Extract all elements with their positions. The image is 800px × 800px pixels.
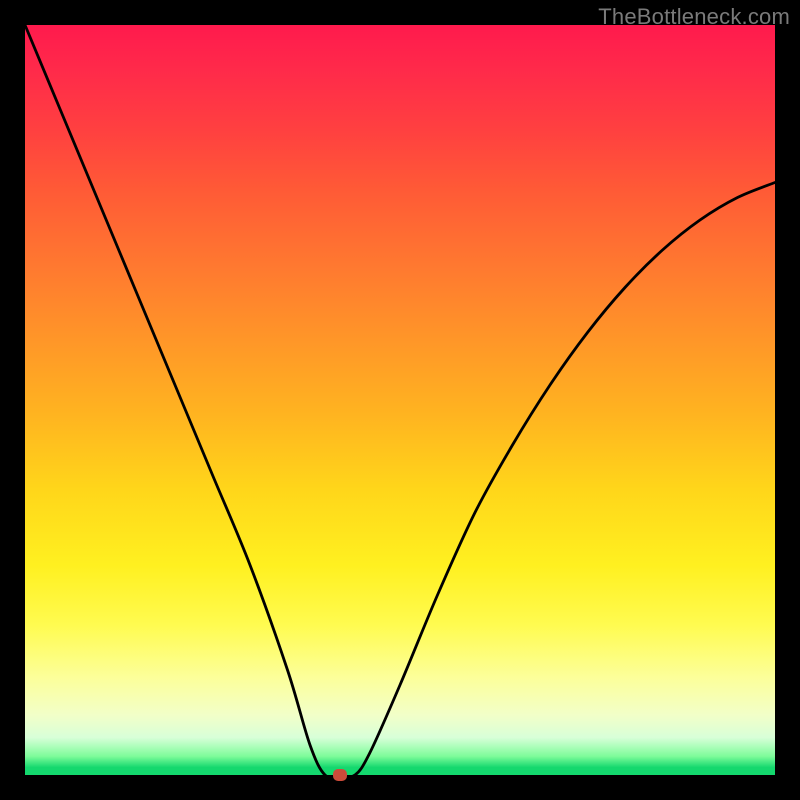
watermark-text: TheBottleneck.com (598, 4, 790, 30)
curve-svg (25, 25, 775, 775)
plot-area (25, 25, 775, 775)
bottleneck-curve (25, 25, 775, 777)
optimum-marker (333, 769, 347, 781)
chart-frame (25, 25, 775, 775)
